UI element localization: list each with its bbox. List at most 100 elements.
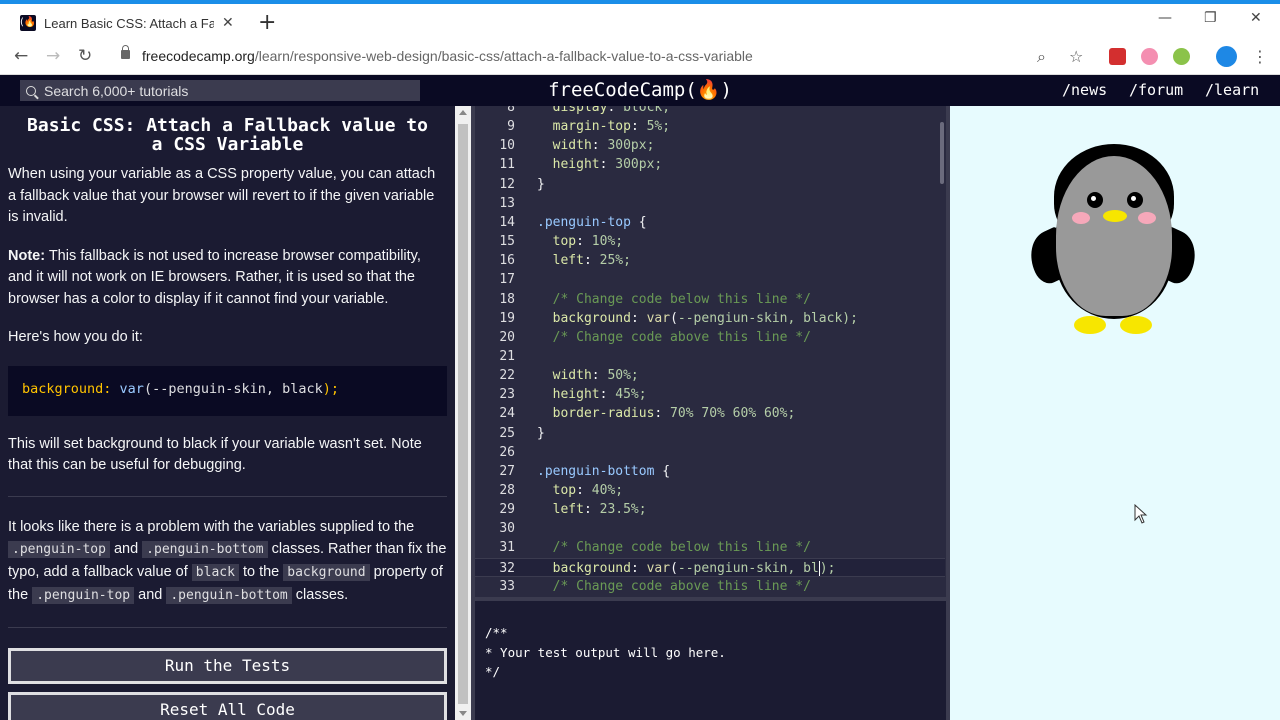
nav-link-news[interactable]: /news [1062,81,1107,99]
browser-tab[interactable]: (🔥) Learn Basic CSS: Attach a Fallback ✕ [8,6,248,40]
bookmark-star-icon[interactable]: ☆ [1069,47,1083,66]
line-number: 32 [499,560,515,576]
line-code[interactable]: /* Change code below this line */ [537,290,811,309]
url-path: /learn/responsive-web-design/basic-css/a… [254,48,753,64]
editor-line[interactable]: 15 top: 10%; [475,232,945,251]
line-code[interactable]: background: var(--pengiun-skin, black); [537,309,858,328]
url-field[interactable]: freecodecamp.org/learn/responsive-web-de… [142,48,753,64]
line-code[interactable]: .penguin-top { [537,213,647,232]
code-editor[interactable]: 8 display: block; 9 margin-top: 5%; 10 wid… [475,106,948,597]
penguin-illustration [1021,144,1205,339]
editor-line[interactable]: 26 [475,443,945,462]
line-number: 17 [499,272,515,288]
nav-link-learn[interactable]: /learn [1205,81,1259,99]
zoom-icon[interactable]: ⌕ [1037,47,1046,67]
reset-code-button[interactable]: Reset All Code [8,691,447,720]
line-code[interactable]: left: 23.5%; [537,500,647,519]
editor-scrollbar-thumb[interactable] [940,122,944,184]
scroll-up-icon[interactable] [459,110,467,115]
profile-avatar-icon[interactable] [1216,46,1237,67]
restore-icon[interactable]: ❐ [1204,10,1217,26]
lesson-paragraph-1: When using your variable as a CSS proper… [8,166,436,225]
line-number: 24 [499,406,515,422]
test-output-console: /** * Your test output will go here. */ [475,597,948,720]
line-code[interactable]: top: 10%; [537,232,623,251]
editor-line[interactable]: 14 .penguin-top { [475,213,945,232]
extension-arrow-icon[interactable] [1141,48,1158,65]
line-code[interactable]: /* Change code above this line */ [537,577,811,596]
browser-menu-icon[interactable]: ⋮ [1252,47,1268,66]
editor-line[interactable]: 30 [475,519,945,538]
line-code[interactable]: border-radius: 70% 70% 60% 60%; [537,404,796,423]
penguin-left-foot [1074,316,1106,334]
line-code[interactable]: background: var(--pengiun-skin, bl); [537,559,835,578]
editor-line[interactable]: 27 .penguin-bottom { [475,462,945,481]
scrollbar-thumb[interactable] [458,124,468,704]
editor-line[interactable]: 17 [475,270,945,289]
editor-line[interactable]: 10 width: 300px; [475,136,945,155]
line-number: 20 [499,329,515,345]
tab-title: Learn Basic CSS: Attach a Fallback [44,15,214,31]
line-number: 9 [507,119,515,135]
editor-line[interactable]: 23 height: 45%; [475,385,945,404]
line-code[interactable]: height: 45%; [537,385,647,404]
line-code[interactable]: } [537,424,545,443]
line-code[interactable]: .penguin-bottom { [537,462,670,481]
line-number: 23 [499,387,515,403]
back-icon[interactable]: ← [14,46,28,66]
extension-badge-icon[interactable] [1173,48,1190,65]
line-number: 25 [499,425,515,441]
line-number: 18 [499,291,515,307]
editor-line[interactable]: 18 /* Change code below this line */ [475,290,945,309]
line-number: 30 [499,521,515,537]
penguin-right-cheek [1138,212,1156,224]
line-code[interactable]: } [537,175,545,194]
reload-icon[interactable]: ↻ [78,46,92,66]
extension-chart-icon[interactable] [1109,48,1126,65]
line-code[interactable]: margin-top: 5%; [537,117,670,136]
editor-line[interactable]: 32 background: var(--pengiun-skin, bl); [475,557,945,578]
close-tab-icon[interactable]: ✕ [222,15,234,31]
note-label: Note: [8,247,46,264]
editor-line[interactable]: 11 height: 300px; [475,155,945,174]
editor-line[interactable]: 25} [475,424,945,443]
editor-line[interactable]: 33 /* Change code above this line */ [475,577,945,596]
penguin-beak [1103,210,1127,222]
editor-line[interactable]: 28 top: 40%; [475,481,945,500]
editor-line[interactable]: 31 /* Change code below this line */ [475,538,945,557]
line-code[interactable]: width: 300px; [537,136,655,155]
line-number: 27 [499,463,515,479]
editor-line[interactable]: 16 left: 25%; [475,251,945,270]
scroll-down-icon[interactable] [459,711,467,716]
line-code[interactable]: left: 25%; [537,251,631,270]
editor-line[interactable]: 20 /* Change code above this line */ [475,328,945,347]
editor-line[interactable]: 24 border-radius: 70% 70% 60% 60%; [475,404,945,423]
line-code[interactable]: /* Change code above this line */ [537,328,811,347]
line-code[interactable]: height: 300px; [537,155,663,174]
nav-link-forum[interactable]: /forum [1129,81,1183,99]
editor-line[interactable]: 19 background: var(--pengiun-skin, black… [475,309,945,328]
example-close: ); [322,380,340,397]
line-code[interactable]: top: 40%; [537,481,623,500]
editor-line[interactable]: 12} [475,175,945,194]
new-tab-icon[interactable]: + [258,10,276,35]
window-close-icon[interactable]: ✕ [1250,10,1262,26]
preview-pane [950,106,1280,720]
editor-line[interactable]: 13 [475,194,945,213]
run-tests-button[interactable]: Run the Tests [8,647,447,684]
editor-line[interactable]: 22 width: 50%; [475,366,945,385]
editor-line[interactable]: 8 display: block; [475,106,945,117]
url-host: freecodecamp.org [142,48,255,64]
forward-icon[interactable]: → [46,46,60,66]
editor-line[interactable]: 29 left: 23.5%; [475,500,945,519]
line-code[interactable]: display: block; [537,106,670,117]
editor-line[interactable]: 9 margin-top: 5%; [475,117,945,136]
minimize-icon[interactable]: — [1158,10,1172,26]
line-code[interactable]: width: 50%; [537,366,639,385]
lesson-scrollbar[interactable] [455,106,471,720]
line-code[interactable]: /* Change code below this line */ [537,538,811,557]
task-instructions: It looks like there is a problem with th… [8,516,447,607]
line-number: 12 [499,176,515,192]
editor-line[interactable]: 21 [475,347,945,366]
line-number: 15 [499,234,515,250]
